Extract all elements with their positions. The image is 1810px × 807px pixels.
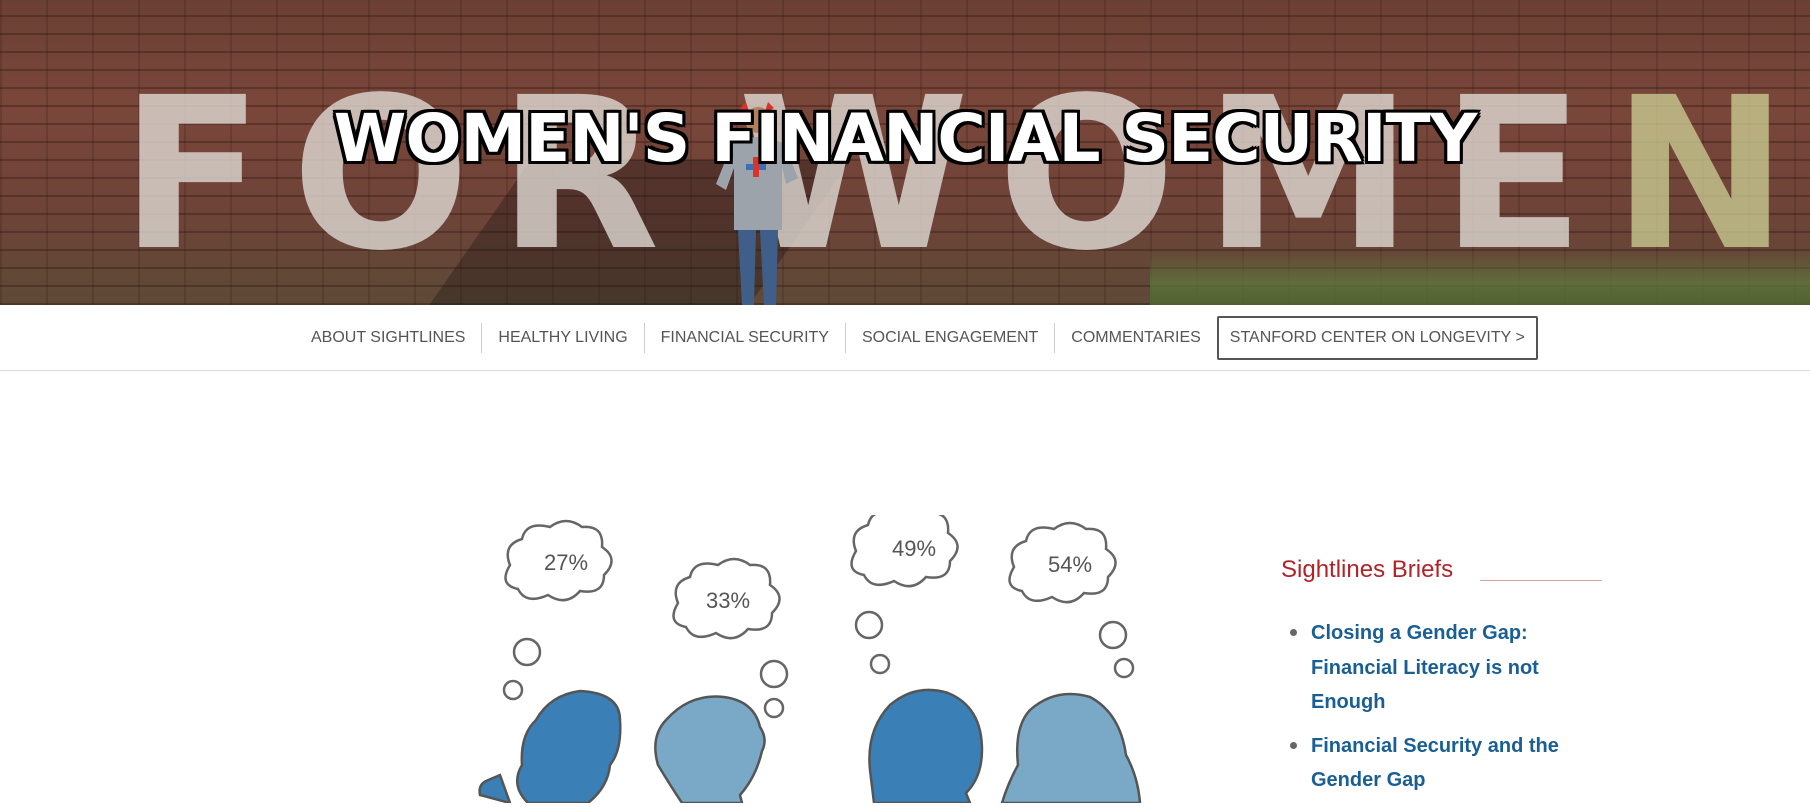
page-title: WOMEN'S FINANCIAL SECURITY (333, 100, 1478, 177)
nav-item-financial-security[interactable]: FINANCIAL SECURITY (643, 323, 845, 353)
thought-bubble-4: 54% (1008, 521, 1135, 679)
thought-bubble-3: 49% (850, 515, 959, 675)
brief-link-financial-security-gender-gap[interactable]: Financial Security and the Gender Gap (1311, 729, 1586, 798)
nav-item-commentaries[interactable]: COMMENTARIES (1054, 323, 1216, 353)
thought-bubble-1: 27% (502, 519, 613, 701)
sidebar-heading: Sightlines Briefs (1281, 556, 1454, 583)
thought-bubble-2: 33% (672, 557, 789, 719)
hero-grass (1150, 250, 1810, 305)
main-navigation: ABOUT SIGHTLINES HEALTHY LIVING FINANCIA… (0, 305, 1810, 371)
list-item: Financial Security and the Gender Gap (1286, 729, 1586, 798)
bubble-label-3: 49% (892, 536, 936, 561)
nav-item-about-sightlines[interactable]: ABOUT SIGHTLINES (296, 323, 481, 353)
list-item: Closing a Gender Gap: Financial Literacy… (1286, 616, 1586, 720)
nav-item-social-engagement[interactable]: SOCIAL ENGAGEMENT (844, 323, 1054, 353)
head-silhouette-4 (1000, 692, 1142, 803)
heading-divider (1480, 580, 1602, 581)
thought-bubble-illustration: 27% 33% 49% 54% (478, 515, 1142, 803)
briefs-list: Closing a Gender Gap: Financial Literacy… (1286, 616, 1586, 807)
nav-item-healthy-living[interactable]: HEALTHY LIVING (481, 323, 643, 353)
bubble-label-2: 33% (706, 588, 750, 613)
head-silhouette-2 (654, 695, 766, 803)
nav-item-stanford-center-link[interactable]: STANFORD CENTER ON LONGEVITY > (1216, 316, 1538, 360)
hero-banner: FOR WOMEN WOMEN'S FINANCIAL SECURITY (0, 0, 1810, 305)
brief-link-gender-gap-literacy[interactable]: Closing a Gender Gap: Financial Literacy… (1311, 616, 1586, 720)
head-silhouette-3 (868, 688, 984, 803)
bubble-label-1: 27% (544, 550, 588, 575)
head-silhouette-1 (478, 689, 622, 803)
bubble-label-4: 54% (1048, 552, 1092, 577)
